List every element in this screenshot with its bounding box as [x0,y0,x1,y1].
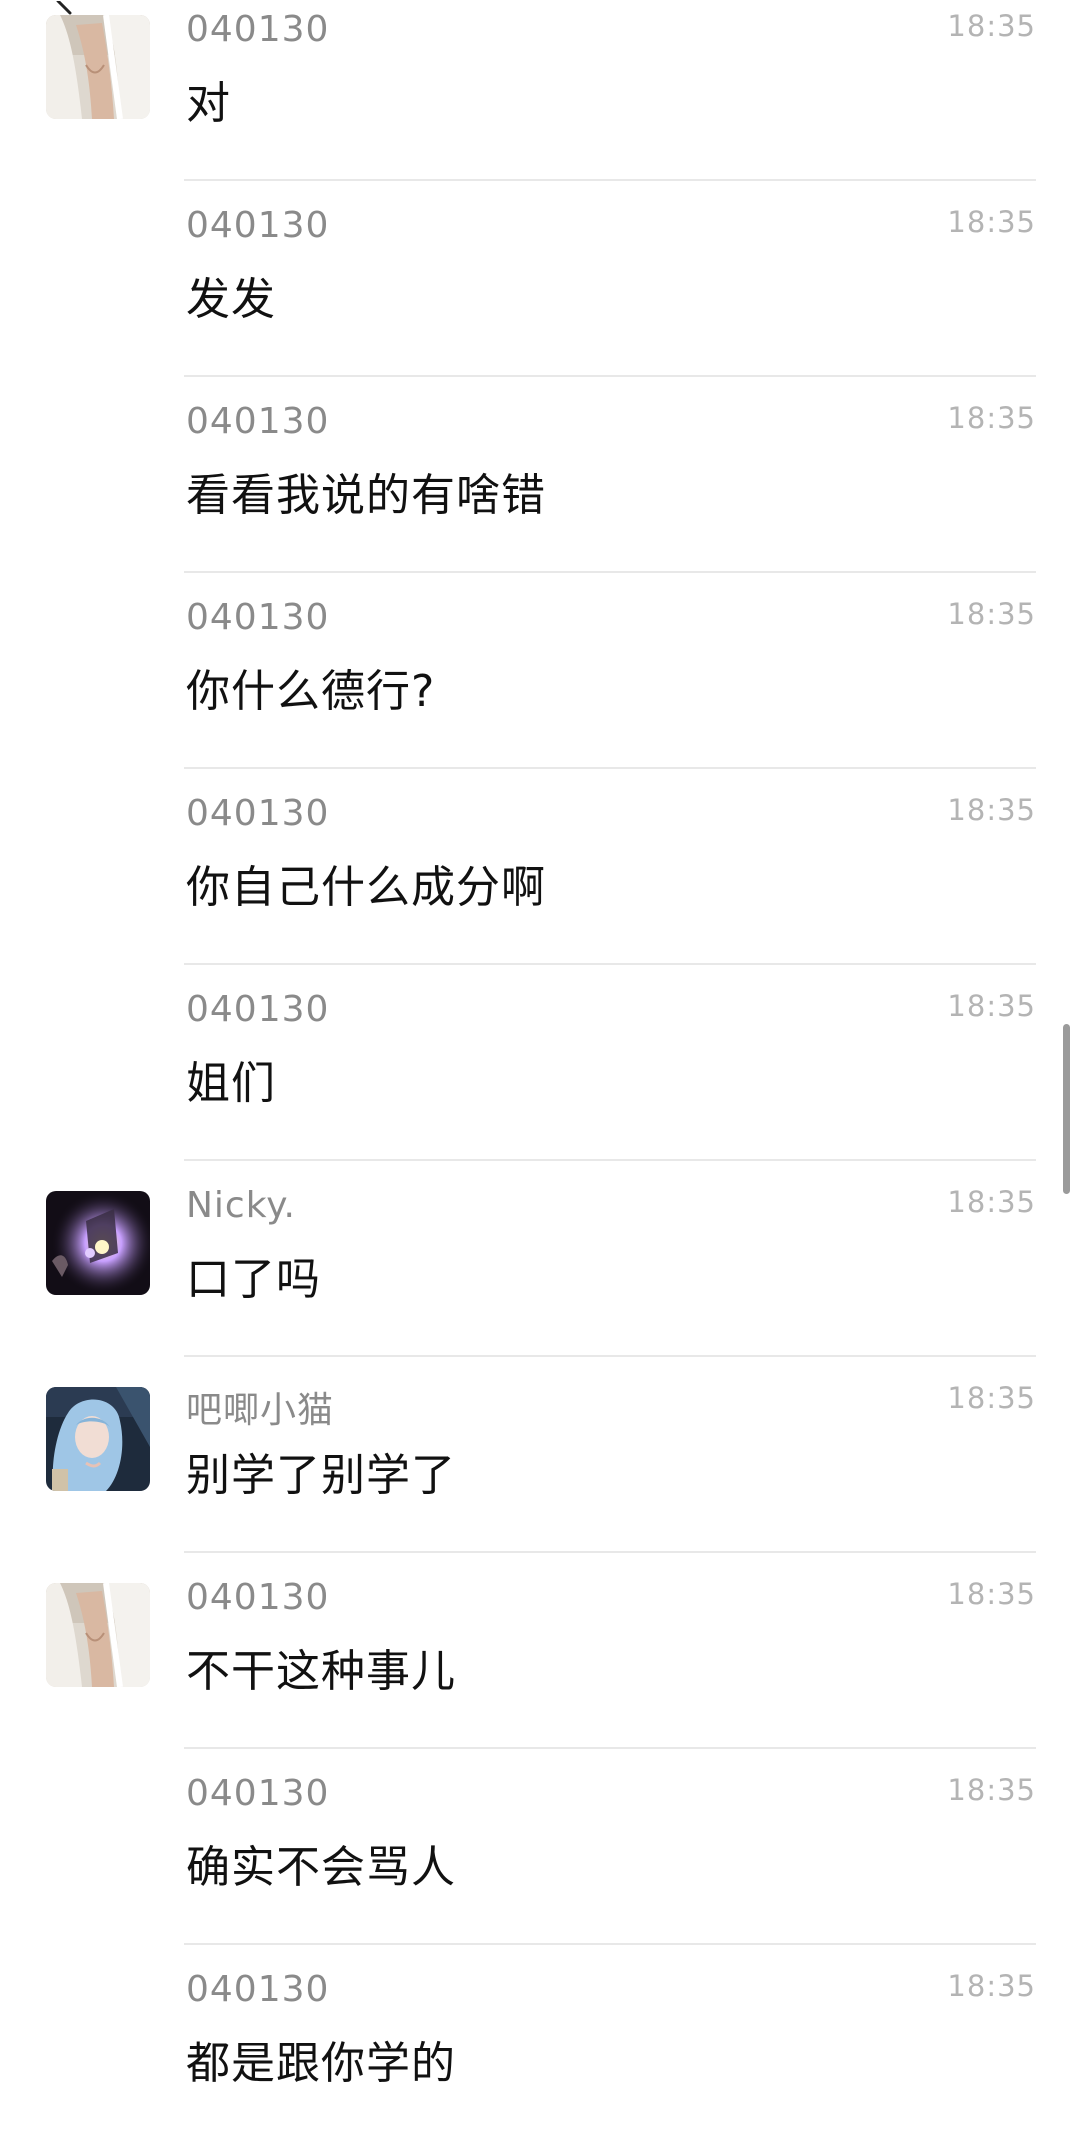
message-row[interactable]: 040130 18:35 确实不会骂人 [0,1749,1080,1945]
message-text[interactable]: 发发 [186,263,276,327]
message-row[interactable]: 040130 18:35 看看我说的有啥错 [0,377,1080,573]
message-text[interactable]: 别学了别学了 [186,1439,456,1503]
message-text[interactable]: 看看我说的有啥错 [186,459,546,523]
message-row[interactable]: 040130 18:35 你自己什么成分啊 [0,769,1080,965]
message-timestamp: 18:35 [947,793,1036,827]
message-row[interactable]: 040130 18:35 都是跟你学的 [0,1945,1080,2141]
message-text[interactable]: 口了吗 [186,1243,321,1307]
scrollbar[interactable] [1063,1024,1070,1194]
sender-name[interactable]: 040130 [186,597,329,638]
sender-name[interactable]: 040130 [186,205,329,246]
message-timestamp: 18:35 [947,1185,1036,1219]
message-timestamp: 18:35 [947,205,1036,239]
message-timestamp: 18:35 [947,1969,1036,2003]
sender-name[interactable]: 040130 [186,401,329,442]
message-row[interactable]: 吧唧小猫 18:35 别学了别学了 [0,1357,1080,1553]
message-text[interactable]: 你自己什么成分啊 [186,851,546,915]
message-row[interactable]: 040130 18:35 对 [0,0,1080,181]
dark-glow-avatar[interactable] [46,1191,150,1295]
blue-hair-avatar[interactable] [46,1387,150,1491]
message-text[interactable]: 不干这种事儿 [186,1635,456,1699]
sender-name[interactable]: 040130 [186,1969,329,2010]
sender-name[interactable]: 040130 [186,1773,329,1814]
message-timestamp: 18:35 [947,597,1036,631]
chat-message-list[interactable]: 040130 18:35 对 040130 18:35 发发 040130 18:35 看看我说… [0,0,1080,2141]
message-row[interactable]: 040130 18:35 不干这种事儿 [0,1553,1080,1749]
message-timestamp: 18:35 [947,9,1036,43]
message-row[interactable]: 040130 18:35 姐们 [0,965,1080,1161]
message-text[interactable]: 确实不会骂人 [186,1831,456,1895]
white-dress-avatar[interactable] [46,1583,150,1687]
sender-name[interactable]: 040130 [186,9,329,50]
message-timestamp: 18:35 [947,1577,1036,1611]
sender-name[interactable]: 040130 [186,1577,329,1618]
sender-name[interactable]: Nicky. [186,1185,296,1226]
sender-name[interactable]: 040130 [186,793,329,834]
message-text[interactable]: 都是跟你学的 [186,2027,456,2091]
white-dress-avatar[interactable] [46,15,150,119]
message-text[interactable]: 你什么德行? [186,655,435,719]
message-row[interactable]: 040130 18:35 你什么德行? [0,573,1080,769]
message-text[interactable]: 姐们 [186,1047,276,1111]
sender-name[interactable]: 040130 [186,989,329,1030]
sender-name[interactable]: 吧唧小猫 [186,1381,334,1433]
message-timestamp: 18:35 [947,1381,1036,1415]
message-timestamp: 18:35 [947,401,1036,435]
message-row[interactable]: Nicky. 18:35 口了吗 [0,1161,1080,1357]
message-timestamp: 18:35 [947,1773,1036,1807]
message-row[interactable]: 040130 18:35 发发 [0,181,1080,377]
message-text[interactable]: 对 [186,67,231,131]
message-timestamp: 18:35 [947,989,1036,1023]
